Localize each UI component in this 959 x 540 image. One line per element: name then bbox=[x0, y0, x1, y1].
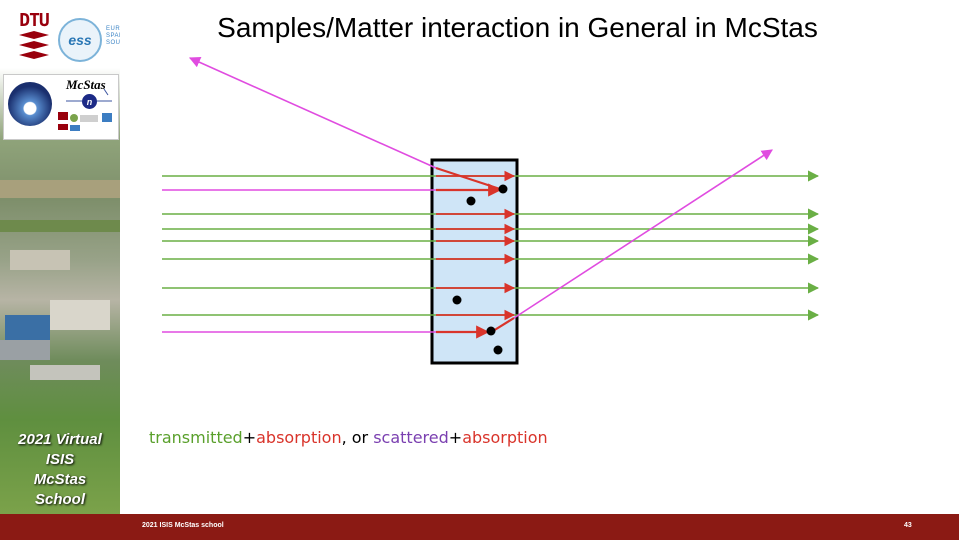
legend-absorption: absorption bbox=[256, 428, 342, 447]
legend-plus: + bbox=[242, 428, 257, 447]
scattering-center bbox=[452, 295, 462, 305]
legend-transmitted: transmitted bbox=[149, 428, 243, 447]
footer-text: 2021 ISIS McStas school bbox=[142, 522, 224, 529]
legend-absorption: absorption bbox=[462, 428, 548, 447]
scattering-center bbox=[466, 196, 476, 206]
footer-bar: 2021 ISIS McStas school 43 bbox=[0, 514, 959, 540]
page-number: 43 bbox=[904, 522, 912, 529]
legend: transmitted+absorption, or scattered+abs… bbox=[149, 428, 548, 447]
scattering-center bbox=[486, 326, 496, 336]
legend-or: , or bbox=[341, 428, 374, 447]
legend-plus: + bbox=[448, 428, 463, 447]
scattering-center bbox=[498, 184, 508, 194]
legend-scattered: scattered bbox=[373, 428, 449, 447]
scattering-center bbox=[493, 345, 503, 355]
